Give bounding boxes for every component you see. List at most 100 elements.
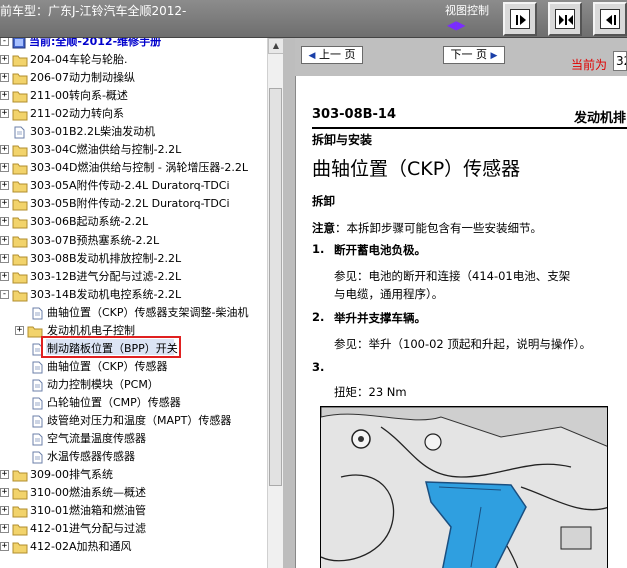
folder-icon bbox=[12, 144, 28, 163]
folder-icon bbox=[12, 145, 28, 157]
page-icon bbox=[31, 415, 43, 434]
page-icon bbox=[32, 361, 43, 374]
folder-icon bbox=[12, 487, 28, 506]
expand-toggle-icon[interactable]: + bbox=[0, 163, 9, 173]
folder-icon bbox=[12, 289, 28, 308]
expand-toggle-icon[interactable]: + bbox=[0, 109, 9, 119]
root-icon bbox=[12, 38, 26, 55]
sub-heading: 拆卸 bbox=[312, 194, 335, 208]
folder-icon bbox=[12, 523, 28, 542]
vehicle-title: 前车型：广东J-江铃汽车全顺2012- bbox=[0, 4, 187, 18]
folder-icon bbox=[12, 216, 28, 235]
folder-icon bbox=[12, 469, 28, 488]
expand-toggle-icon[interactable]: + bbox=[0, 542, 9, 552]
folder-icon bbox=[12, 470, 28, 482]
selected-item-annotation bbox=[41, 336, 181, 358]
expand-toggle-icon[interactable]: + bbox=[0, 488, 9, 498]
prev-page-button[interactable]: ◀ 上一 页 bbox=[301, 46, 363, 64]
next-page-button[interactable]: 下一 页 ▶ bbox=[443, 46, 505, 64]
tree-scrollbar[interactable]: ▲ bbox=[267, 38, 284, 568]
note-line: 注意：本拆卸步骤可能包含有一些安装细节。 bbox=[312, 221, 542, 235]
step-1-ref-2: 与电缆，通用程序）。 bbox=[334, 287, 444, 301]
collapse-toggle-icon[interactable]: - bbox=[0, 38, 9, 46]
book-icon bbox=[12, 38, 26, 49]
step-1-ref-1: 参见：电池的断开和连接（414-01电池、支架 bbox=[334, 269, 571, 283]
expand-toggle-icon[interactable]: + bbox=[15, 325, 24, 335]
step-2-ref: 参见：举升（100-02 顶起和升起，说明与操作）。 bbox=[334, 337, 592, 351]
expand-toggle-icon[interactable]: + bbox=[0, 145, 9, 155]
folder-icon bbox=[12, 524, 28, 536]
manual-tree[interactable]: - 当前:全顺-2012-维修手册 +204-04车轮与轮胎. +206-07动力制动… bbox=[0, 38, 267, 568]
folder-icon bbox=[12, 181, 28, 193]
folder-icon bbox=[12, 542, 28, 554]
expand-toggle-icon[interactable]: + bbox=[0, 253, 9, 263]
folder-icon bbox=[12, 90, 28, 109]
folder-icon bbox=[12, 109, 28, 121]
expand-toggle-icon[interactable]: + bbox=[0, 524, 9, 534]
scroll-thumb[interactable] bbox=[269, 88, 282, 486]
engine-sensor-drawing bbox=[321, 407, 607, 568]
current-page-input[interactable]: 32 bbox=[613, 51, 627, 71]
pane-splitter[interactable] bbox=[283, 38, 295, 568]
step-2: 举升并支撑车辆。 bbox=[334, 311, 426, 325]
step-3-num: 3. bbox=[312, 360, 325, 374]
folder-icon bbox=[12, 198, 28, 217]
arrow-left-icon bbox=[606, 15, 616, 25]
document-viewer: 303-08B-14 发动机排 拆卸与安装 曲轴位置（CKP）传感器 拆卸 注意… bbox=[295, 76, 627, 568]
step-1-num: 1. bbox=[312, 242, 325, 256]
folder-icon bbox=[12, 488, 28, 500]
doc-title: 曲轴位置（CKP）传感器 bbox=[312, 158, 521, 180]
page-icon bbox=[31, 379, 43, 398]
expand-toggle-icon[interactable]: + bbox=[0, 181, 9, 191]
view-control-arrow-icon: ◀▶ bbox=[447, 18, 466, 32]
expand-left-button[interactable] bbox=[593, 2, 627, 36]
folder-icon bbox=[12, 73, 28, 85]
expand-toggle-icon[interactable]: + bbox=[0, 199, 9, 209]
arrow-right-icon bbox=[516, 15, 526, 25]
page-icon bbox=[14, 126, 25, 139]
folder-icon bbox=[12, 55, 28, 67]
folder-icon bbox=[12, 108, 28, 127]
folder-icon bbox=[12, 272, 28, 284]
folder-icon bbox=[12, 236, 28, 247]
doc-code: 303-08B-14 bbox=[312, 107, 397, 122]
next-arrow-icon: ▶ bbox=[490, 51, 498, 61]
folder-icon bbox=[12, 217, 28, 229]
collapse-toggle-icon[interactable]: - bbox=[0, 289, 9, 299]
folder-icon bbox=[12, 271, 28, 290]
folder-icon bbox=[12, 254, 28, 266]
component-illustration bbox=[320, 406, 608, 568]
header-rule bbox=[312, 127, 627, 129]
page-icon bbox=[13, 126, 25, 145]
page-icon bbox=[32, 415, 43, 428]
folder-icon bbox=[12, 180, 28, 199]
page-icon bbox=[32, 433, 43, 446]
expand-right-button[interactable] bbox=[503, 2, 537, 36]
folder-icon bbox=[12, 199, 28, 211]
split-arrows-icon bbox=[559, 15, 573, 25]
folder-icon bbox=[12, 72, 28, 91]
expand-toggle-icon[interactable]: + bbox=[0, 235, 9, 245]
expand-toggle-icon[interactable]: + bbox=[0, 73, 9, 83]
expand-toggle-icon[interactable]: + bbox=[0, 470, 9, 480]
scroll-up-icon[interactable]: ▲ bbox=[268, 38, 284, 54]
folder-icon bbox=[12, 235, 28, 254]
current-page-label: 当前为 bbox=[571, 58, 608, 72]
page-icon bbox=[31, 307, 43, 326]
split-view-button[interactable] bbox=[548, 2, 582, 36]
step-2-num: 2. bbox=[312, 310, 325, 324]
doc-header: 303-08B-14 发动机排 bbox=[312, 107, 627, 126]
title-bar: 前车型：广东J-江铃汽车全顺2012- 视图控制 ◀▶ bbox=[0, 0, 627, 38]
expand-toggle-icon[interactable]: + bbox=[0, 55, 9, 64]
page-icon bbox=[31, 361, 43, 380]
section-label: 拆卸与安装 bbox=[312, 133, 373, 147]
page-icon bbox=[31, 397, 43, 416]
page-nav-bar: ◀ 上一 页 下一 页 ▶ 当前为 32 bbox=[295, 38, 627, 76]
folder-icon bbox=[12, 253, 28, 272]
expand-toggle-icon[interactable]: + bbox=[0, 91, 9, 101]
expand-toggle-icon[interactable]: + bbox=[0, 217, 9, 227]
expand-toggle-icon[interactable]: + bbox=[0, 271, 9, 281]
prev-arrow-icon: ◀ bbox=[308, 51, 316, 61]
folder-icon bbox=[12, 54, 28, 73]
expand-toggle-icon[interactable]: + bbox=[0, 506, 9, 516]
